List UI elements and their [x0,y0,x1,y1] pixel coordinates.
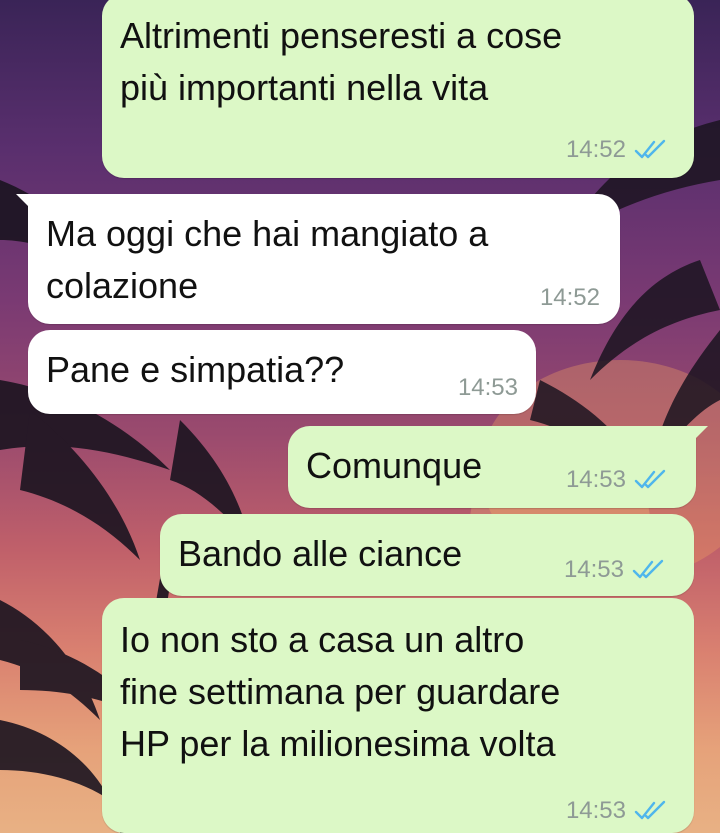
double-check-read-icon [634,139,666,159]
message-meta: 14:52 [566,136,668,164]
message-text: Comunque [306,445,483,486]
message-text: Pane e simpatia?? [46,349,345,390]
outgoing-message-bubble[interactable]: Altrimenti penseresti a cose più importa… [102,0,694,178]
message-timestamp: 14:53 [457,374,518,401]
message-text: Altrimenti penseresti a cose più importa… [120,15,563,108]
outgoing-message-bubble[interactable]: Io non sto a casa un altro fine settiman… [102,598,694,833]
double-check-read-icon [634,469,666,489]
message-timestamp: 14:53 [565,466,626,493]
message-meta: 14:53 [566,797,668,825]
double-check-read-icon [632,559,664,579]
incoming-message-bubble[interactable]: Pane e simpatia?? 14:53 [28,330,536,414]
message-meta: 14:53 [458,374,518,402]
message-timestamp: 14:52 [539,284,600,311]
double-check-read-icon [634,800,666,820]
message-timestamp: 14:53 [565,797,626,824]
message-meta: 14:53 [564,556,666,584]
bubble-tail [16,194,38,216]
incoming-message-bubble[interactable]: Ma oggi che hai mangiato a colazione 14:5… [16,194,620,324]
message-text: Io non sto a casa un altro fine settiman… [120,619,561,764]
message-timestamp: 14:53 [563,556,624,583]
message-text: Bando alle ciance [178,533,463,574]
message-meta: 14:52 [540,284,600,312]
outgoing-message-bubble[interactable]: Comunque 14:53 [288,426,708,508]
message-text: Ma oggi che hai mangiato a colazione [46,213,489,306]
message-meta: 14:53 [566,466,668,494]
bubble-tail [686,426,708,448]
message-timestamp: 14:52 [565,136,626,163]
outgoing-message-bubble[interactable]: Bando alle ciance 14:53 [160,514,694,596]
